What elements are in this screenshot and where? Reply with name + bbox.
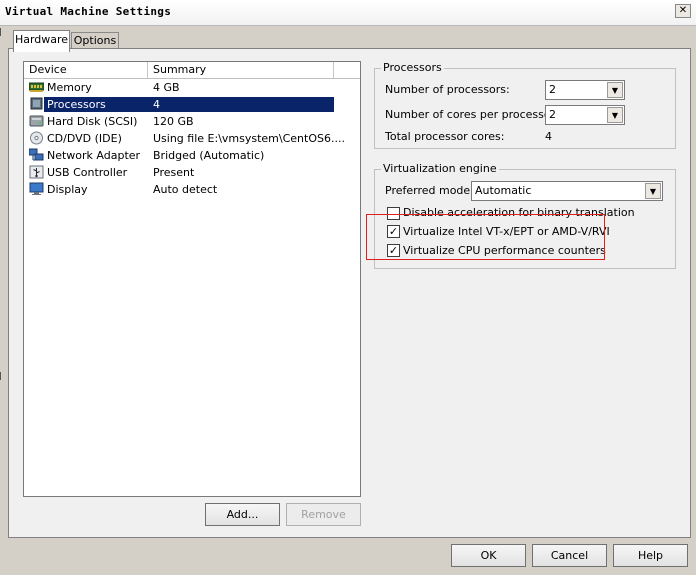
device-row-display[interactable]: Display Auto detect: [24, 181, 360, 198]
total-cores-value: 4: [545, 130, 552, 143]
chevron-down-icon[interactable]: ▼: [607, 82, 623, 98]
device-list[interactable]: Device Summary Memory 4 GB Processors 4: [23, 61, 361, 497]
device-row-cd-dvd[interactable]: CD/DVD (IDE) Using file E:\vmsystem\Cent…: [24, 130, 360, 147]
virtualization-group-label: Virtualization engine: [381, 162, 499, 175]
device-name: Processors: [47, 98, 106, 111]
help-button[interactable]: Help: [613, 544, 688, 567]
num-processors-select[interactable]: 2 ▼: [545, 80, 625, 100]
cd-dvd-icon: [30, 131, 43, 145]
window-edge-mark: [0, 28, 1, 36]
num-processors-label: Number of processors:: [385, 83, 510, 96]
device-name: Hard Disk (SCSI): [47, 115, 138, 128]
network-adapter-icon: [29, 148, 44, 161]
title-bar: Virtual Machine Settings ✕: [0, 0, 696, 26]
device-summary: Present: [153, 166, 195, 179]
device-name: Network Adapter: [47, 149, 141, 162]
device-row-processors[interactable]: Processors 4: [24, 96, 360, 113]
remove-device-button[interactable]: Remove: [286, 503, 361, 526]
tab-label: Hardware: [14, 33, 69, 46]
cores-per-processor-value: 2: [549, 108, 556, 121]
processors-group-label: Processors: [381, 61, 444, 74]
preferred-mode-label: Preferred mode:: [385, 184, 474, 197]
window-edge-mark: [0, 372, 1, 380]
ok-button[interactable]: OK: [451, 544, 526, 567]
device-summary: 4: [153, 98, 160, 111]
device-name: Display: [47, 183, 88, 196]
display-icon: [29, 182, 44, 195]
total-cores-label: Total processor cores:: [385, 130, 505, 143]
cores-per-processor-select[interactable]: 2 ▼: [545, 105, 625, 125]
device-row-usb-controller[interactable]: USB Controller Present: [24, 164, 360, 181]
device-list-header: Device Summary: [24, 62, 360, 79]
usb-icon: [29, 165, 44, 179]
button-label: Remove: [301, 508, 346, 521]
column-label: Device: [29, 63, 67, 76]
chevron-down-icon[interactable]: ▼: [607, 107, 623, 123]
device-summary: 120 GB: [153, 115, 194, 128]
processor-icon: [30, 97, 43, 110]
tab-options[interactable]: Options: [71, 32, 119, 49]
tab-label: Options: [73, 34, 117, 47]
preferred-mode-select[interactable]: Automatic ▼: [471, 181, 663, 201]
column-label: Summary: [153, 63, 207, 76]
cores-per-processor-label: Number of cores per processor:: [385, 108, 559, 121]
device-name: CD/DVD (IDE): [47, 132, 122, 145]
close-button[interactable]: ✕: [675, 4, 691, 18]
tab-hardware[interactable]: Hardware: [13, 30, 70, 52]
device-row-network-adapter[interactable]: Network Adapter Bridged (Automatic): [24, 147, 360, 164]
window-title: Virtual Machine Settings: [5, 5, 172, 18]
num-processors-value: 2: [549, 83, 556, 96]
device-name: USB Controller: [47, 166, 128, 179]
device-name: Memory: [47, 81, 92, 94]
close-icon: ✕: [678, 5, 688, 16]
button-label: Cancel: [550, 549, 589, 562]
add-device-button[interactable]: Add...: [205, 503, 280, 526]
column-header-device[interactable]: Device: [24, 62, 148, 78]
chevron-down-icon[interactable]: ▼: [645, 183, 661, 199]
cancel-button[interactable]: Cancel: [532, 544, 607, 567]
device-summary: 4 GB: [153, 81, 180, 94]
device-summary: Auto detect: [153, 183, 218, 196]
hard-disk-icon: [29, 115, 44, 127]
button-label: OK: [480, 549, 497, 562]
button-label: Add...: [226, 508, 259, 521]
button-label: Help: [637, 549, 664, 562]
device-row-hard-disk[interactable]: Hard Disk (SCSI) 120 GB: [24, 113, 360, 130]
device-summary: Using file E:\vmsystem\CentOS6....: [153, 132, 345, 145]
memory-icon: [29, 82, 44, 92]
device-summary: Bridged (Automatic): [153, 149, 265, 162]
preferred-mode-value: Automatic: [475, 184, 532, 197]
column-header-summary[interactable]: Summary: [148, 62, 334, 78]
device-row-memory[interactable]: Memory 4 GB: [24, 79, 360, 96]
annotation-highlight-box: [366, 214, 605, 260]
